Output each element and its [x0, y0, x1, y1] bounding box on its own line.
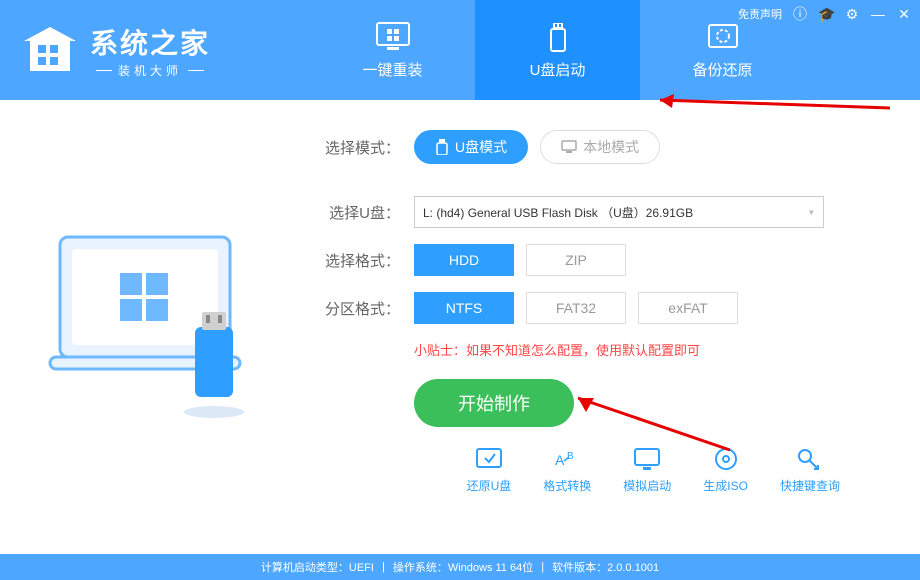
main-tabs: 一键重装 U盘启动 备份还原	[310, 0, 805, 100]
illustration	[0, 100, 310, 554]
disk-select[interactable]: L: (hd4) General USB Flash Disk （U盘）26.9…	[414, 196, 824, 228]
window-controls: 免责声明 ⓘ 🎓 ⚙ — ✕	[738, 4, 912, 24]
info-icon[interactable]: ⓘ	[792, 4, 808, 24]
logo-area: 系统之家 装机大师	[0, 22, 310, 79]
tip-text: 小贴士：如果不知道怎么配置，使用默认配置即可	[414, 340, 880, 359]
mode-label: 选择模式：	[310, 137, 400, 158]
statusbar: 计算机启动类型：UEFI | 操作系统：Windows 11 64位 | 软件版…	[0, 554, 920, 580]
partition-ntfs-button[interactable]: NTFS	[414, 292, 514, 324]
tool-hotkey-query[interactable]: 快捷键查询	[780, 447, 840, 494]
tab-label: 一键重装	[362, 59, 422, 80]
footer-tools: 还原U盘 AB 格式转换 模拟启动 生成ISO 快捷键查询	[310, 427, 880, 504]
tab-label: 备份还原	[692, 59, 752, 80]
header: 系统之家 装机大师 一键重装 U盘启动 备份还原	[0, 0, 920, 100]
disclaimer-link[interactable]: 免责声明	[738, 6, 782, 22]
logo-icon	[20, 25, 80, 75]
svg-text:A: A	[555, 452, 565, 468]
usb-small-icon	[435, 139, 449, 155]
tab-reinstall[interactable]: 一键重装	[310, 0, 475, 100]
graduation-icon[interactable]: 🎓	[818, 6, 834, 23]
reinstall-icon	[373, 21, 413, 53]
mode-usb-button[interactable]: U盘模式	[414, 130, 528, 164]
mode-local-button[interactable]: 本地模式	[540, 130, 660, 164]
restore-icon	[475, 447, 503, 471]
logo-title: 系统之家	[90, 22, 210, 62]
tab-usb-boot[interactable]: U盘启动	[475, 0, 640, 100]
disk-label: 选择U盘：	[310, 202, 400, 223]
format-hdd-button[interactable]: HDD	[414, 244, 514, 276]
start-button[interactable]: 开始制作	[414, 379, 574, 427]
partition-fat32-button[interactable]: FAT32	[526, 292, 626, 324]
settings-icon[interactable]: ⚙	[844, 6, 860, 23]
monitor-icon	[633, 447, 661, 471]
key-icon	[796, 447, 824, 471]
tool-format-convert[interactable]: AB 格式转换	[543, 447, 591, 494]
disc-icon	[712, 447, 740, 471]
convert-icon: AB	[553, 447, 581, 471]
format-label: 选择格式：	[310, 250, 400, 271]
content-area: 选择模式： U盘模式 本地模式 选择U盘： L: (hd4) General U…	[0, 100, 920, 554]
os-info: 操作系统：Windows 11 64位	[393, 559, 533, 575]
form-area: 选择模式： U盘模式 本地模式 选择U盘： L: (hd4) General U…	[310, 100, 920, 554]
usb-icon	[538, 21, 578, 53]
backup-icon	[703, 21, 743, 53]
boot-type: 计算机启动类型：UEFI	[261, 559, 374, 575]
tab-label: U盘启动	[530, 59, 586, 80]
minimize-button[interactable]: —	[870, 6, 886, 22]
svg-text:B: B	[567, 451, 574, 462]
partition-exfat-button[interactable]: exFAT	[638, 292, 738, 324]
tool-restore-usb[interactable]: 还原U盘	[467, 447, 512, 494]
close-button[interactable]: ✕	[896, 6, 912, 23]
partition-label: 分区格式：	[310, 298, 400, 319]
monitor-small-icon	[561, 140, 577, 154]
format-zip-button[interactable]: ZIP	[526, 244, 626, 276]
tool-simulate-boot[interactable]: 模拟启动	[623, 447, 671, 494]
logo-subtitle: 装机大师	[90, 62, 210, 79]
tool-generate-iso[interactable]: 生成ISO	[703, 447, 748, 494]
version-info: 软件版本：2.0.0.1001	[552, 559, 659, 575]
